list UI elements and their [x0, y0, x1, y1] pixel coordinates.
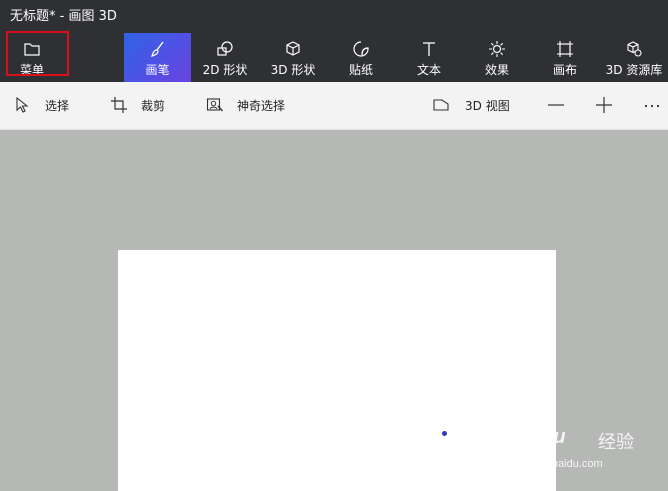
3d-view-button[interactable]: 3D 视图 — [432, 82, 512, 130]
magic-select-button[interactable]: 神奇选择 — [206, 82, 306, 130]
title-bar: 无标题* - 画图 3D — [0, 0, 668, 33]
sun-icon — [487, 39, 507, 59]
tab-3d-library[interactable]: 3D 资源库 — [600, 33, 668, 82]
brush-icon — [148, 39, 168, 59]
more-icon — [643, 96, 661, 114]
baidu-watermark: Baidu 经验 jingyan.baidu.com — [510, 420, 640, 480]
drawing-canvas[interactable] — [118, 250, 556, 491]
magic-select-label: 神奇选择 — [237, 99, 286, 113]
tab-3d-shapes[interactable]: 3D 形状 — [260, 33, 326, 82]
3d-view-label: 3D 视图 — [465, 99, 510, 113]
zoom-out-button[interactable] — [544, 82, 568, 130]
tab-2d-shapes[interactable]: 2D 形状 — [192, 33, 258, 82]
crop-label: 裁剪 — [141, 99, 166, 113]
tab-stickers-label: 贴纸 — [348, 63, 373, 77]
crop-button[interactable]: 裁剪 — [110, 82, 180, 130]
crop-icon — [110, 96, 128, 114]
sticker-icon — [351, 39, 371, 59]
window-title: 无标题* - 画图 3D — [10, 9, 117, 24]
tab-canvas[interactable]: 画布 — [532, 33, 598, 82]
magic-select-icon — [206, 96, 224, 114]
tab-brushes[interactable]: 画笔 — [124, 33, 191, 82]
tab-2d-shapes-label: 2D 形状 — [202, 63, 248, 77]
tab-brushes-label: 画笔 — [145, 63, 170, 77]
tab-canvas-label: 画布 — [552, 63, 577, 77]
secondary-toolbar: 选择 裁剪 神奇选择 3D 视图 — [0, 82, 668, 130]
2d-shapes-icon — [215, 39, 235, 59]
brush-dot — [442, 431, 447, 436]
watermark-brand: Baidu — [510, 426, 566, 448]
3d-cube-icon — [283, 39, 303, 59]
tab-effects[interactable]: 效果 — [464, 33, 530, 82]
text-icon — [419, 39, 439, 59]
tab-text[interactable]: 文本 — [396, 33, 462, 82]
3d-library-icon — [624, 39, 644, 59]
tab-3d-library-label: 3D 资源库 — [605, 63, 663, 77]
3d-view-icon — [432, 96, 450, 114]
select-button[interactable]: 选择 — [14, 82, 84, 130]
tab-effects-label: 效果 — [484, 63, 509, 77]
tab-3d-shapes-label: 3D 形状 — [270, 63, 316, 77]
zoom-in-button[interactable] — [592, 82, 616, 130]
tab-stickers[interactable]: 贴纸 — [328, 33, 394, 82]
minus-icon — [547, 96, 565, 114]
plus-icon — [595, 96, 613, 114]
watermark-url: jingyan.baidu.com — [514, 458, 603, 470]
tab-text-label: 文本 — [416, 63, 441, 77]
more-button[interactable] — [640, 82, 664, 130]
watermark-brand-cn: 经验 — [598, 432, 634, 453]
canvas-icon — [555, 39, 575, 59]
main-toolbar: 菜单 画笔 2D 形状 3D 形状 贴纸 文本 效果 画布 3D 资源库 — [0, 33, 668, 82]
cursor-icon — [14, 96, 32, 114]
select-label: 选择 — [45, 99, 70, 113]
menu-highlight-box — [6, 31, 69, 76]
